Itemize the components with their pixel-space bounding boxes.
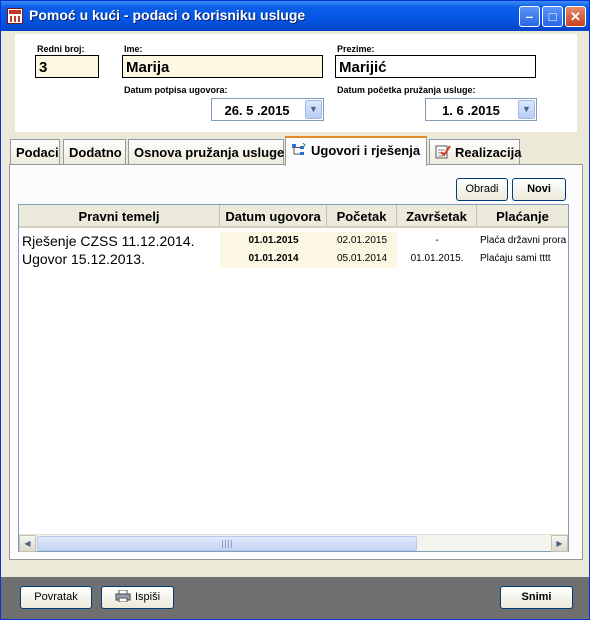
tab-realizacija[interactable]: Realizacija [429, 139, 522, 166]
ime-label: Ime: [124, 44, 143, 54]
contracts-table: Pravni temelj Datum ugovora Početak Zavr… [18, 204, 569, 552]
checklist-icon [435, 145, 451, 159]
datum-pocetka-picker[interactable]: 1. 6 .2015 ▼ [425, 98, 537, 121]
chevron-down-icon[interactable]: ▼ [305, 100, 322, 119]
datum-pocetka-value: 1. 6 .2015 [442, 103, 500, 118]
app-calendar-icon [7, 8, 23, 24]
cell-zavrsetak: 01.01.2015. [410, 253, 464, 264]
cell-pocetak: 02.01.2015 [327, 232, 397, 250]
grip-icon [222, 540, 232, 548]
close-icon: ✕ [570, 9, 581, 24]
cell-pravni-temelj: Ugovor 15.12.2013. [22, 251, 145, 267]
column-header-pravni-temelj[interactable]: Pravni temelj [19, 205, 220, 228]
ispisi-label: Ispiši [134, 591, 161, 603]
column-header-zavrsetak[interactable]: Završetak [397, 205, 477, 228]
maximize-button[interactable]: □ [542, 6, 563, 27]
window-title: Pomoć u kući - podaci o korisniku usluge [29, 7, 306, 23]
prezime-field[interactable]: Marijić [335, 55, 536, 78]
tab-ugovori[interactable]: Ugovori i rješenja [285, 136, 427, 166]
title-bar[interactable]: Pomoć u kući - podaci o korisniku usluge… [1, 1, 589, 31]
tree-icon [292, 143, 306, 155]
datum-potpisa-value: 26. 5 .2015 [224, 103, 290, 118]
datum-potpisa-picker[interactable]: 26. 5 .2015 ▼ [211, 98, 324, 121]
prezime-label: Prezime: [337, 44, 375, 54]
ime-field[interactable]: Marija [122, 55, 323, 78]
column-header-datum-ugovora[interactable]: Datum ugovora [220, 205, 327, 228]
scrollbar-thumb[interactable] [37, 536, 417, 551]
minimize-button[interactable]: – [519, 6, 540, 27]
povratak-button[interactable]: Povratak [20, 586, 92, 609]
redni-broj-label: Redni broj: [37, 44, 85, 54]
close-button[interactable]: ✕ [565, 6, 586, 27]
tab-podaci[interactable]: Podaci [10, 139, 60, 166]
chevron-down-icon[interactable]: ▼ [518, 100, 535, 119]
datum-potpisa-label: Datum potpisa ugovora: [124, 85, 228, 95]
cell-placanje: Plaćaju sami tttt [480, 253, 551, 264]
scroll-right-icon[interactable]: ▶ [551, 535, 568, 552]
tab-ugovori-label: Ugovori i rješenja [311, 143, 421, 158]
obradi-button[interactable]: Obradi [456, 178, 508, 201]
footer-bar: Povratak Ispiši Snimi [1, 577, 589, 619]
cell-pravni-temelj: Rješenje CZSS 11.12.2014. [22, 233, 195, 249]
cell-placanje: Plaća državni prora [480, 235, 567, 246]
column-header-pocetak[interactable]: Početak [327, 205, 397, 228]
tab-realizacija-label: Realizacija [455, 145, 522, 160]
cell-datum-ugovora: 01.01.2015 [220, 232, 327, 250]
printer-icon [115, 590, 131, 602]
cell-pocetak: 05.01.2014 [327, 250, 397, 268]
redni-broj-field[interactable]: 3 [35, 55, 99, 78]
user-header-panel: Redni broj: 3 Ime: Marija Prezime: Marij… [15, 34, 577, 132]
snimi-button[interactable]: Snimi [500, 586, 573, 609]
datum-pocetka-label: Datum početka pružanja usluge: [337, 85, 476, 95]
cell-datum-ugovora: 01.01.2014 [220, 250, 327, 268]
tab-dodatno[interactable]: Dodatno [63, 139, 126, 166]
application-window: Pomoć u kući - podaci o korisniku usluge… [0, 0, 590, 620]
cell-zavrsetak: - [435, 235, 439, 246]
minimize-icon: – [525, 9, 534, 24]
column-header-placanje[interactable]: Plaćanje [477, 205, 568, 228]
maximize-icon: □ [548, 9, 557, 24]
ispisi-button[interactable]: Ispiši [101, 586, 174, 609]
scroll-left-icon[interactable]: ◀ [19, 535, 36, 552]
tab-osnova[interactable]: Osnova pružanja usluge [128, 139, 284, 166]
novi-button[interactable]: Novi [512, 178, 566, 201]
horizontal-scrollbar[interactable]: ◀ ▶ [19, 534, 568, 552]
